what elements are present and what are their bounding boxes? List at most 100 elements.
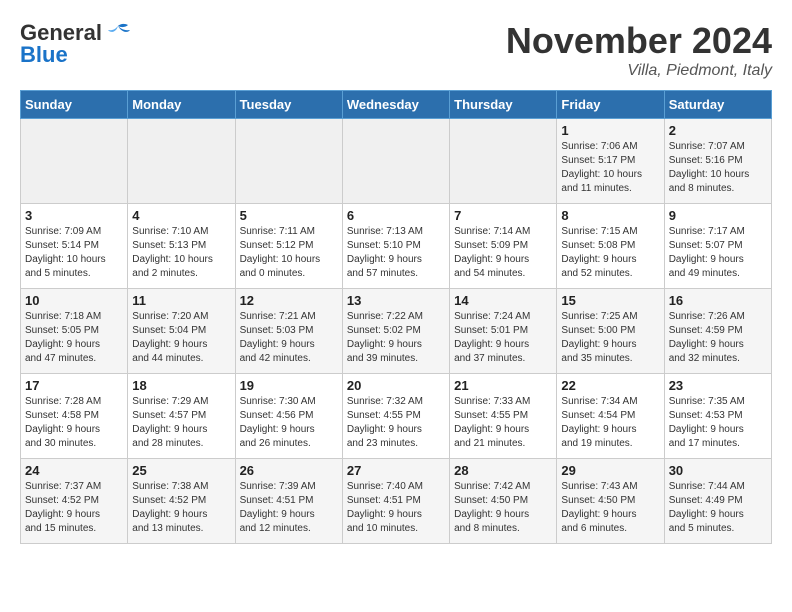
day-cell-15: 15 Sunrise: 7:25 AM Sunset: 5:00 PM Dayli… xyxy=(557,289,664,374)
day-info: Sunrise: 7:39 AM Sunset: 4:51 PM Dayligh… xyxy=(240,480,338,536)
day-cell-6: 6Sunrise: 7:13 AM Sunset: 5:10 PM Daylig… xyxy=(342,204,449,289)
day-cell-10: 10Sunrise: 7:18 AM Sunset: 5:05 PM Dayli… xyxy=(21,289,128,374)
day-info: Sunrise: 7:37 AM Sunset: 4:52 PM Dayligh… xyxy=(25,480,123,536)
page-header: General Blue November 2024 Villa, Piedmo… xyxy=(20,20,772,80)
day-info: Sunrise: 7:17 AM Sunset: 5:07 PM Dayligh… xyxy=(669,225,767,281)
weekday-header-monday: Monday xyxy=(128,91,235,119)
location-subtitle: Villa, Piedmont, Italy xyxy=(506,62,772,80)
day-info: Sunrise: 7:09 AM Sunset: 5:14 PM Dayligh… xyxy=(25,225,123,281)
day-info: Sunrise: 7:06 AM Sunset: 5:17 PM Dayligh… xyxy=(561,140,659,196)
empty-cell xyxy=(21,119,128,204)
logo-bird-icon xyxy=(104,22,132,44)
day-info: Sunrise: 7:25 AM Sunset: 5:00 PM Dayligh… xyxy=(561,310,659,366)
day-info: Sunrise: 7:21 AM Sunset: 5:03 PM Dayligh… xyxy=(240,310,338,366)
title-block: November 2024 Villa, Piedmont, Italy xyxy=(506,20,772,80)
day-cell-5: 5 Sunrise: 7:11 AM Sunset: 5:12 PM Daylig… xyxy=(235,204,342,289)
day-number: 24 xyxy=(25,463,123,478)
logo: General Blue xyxy=(20,20,132,68)
day-number: 2 xyxy=(669,123,767,138)
day-info: Sunrise: 7:43 AM Sunset: 4:50 PM Dayligh… xyxy=(561,480,659,536)
day-number: 8 xyxy=(561,208,659,223)
day-number: 18 xyxy=(132,378,230,393)
day-info: Sunrise: 7:22 AM Sunset: 5:02 PM Dayligh… xyxy=(347,310,445,366)
weekday-header-sunday: Sunday xyxy=(21,91,128,119)
day-info: Sunrise: 7:14 AM Sunset: 5:09 PM Dayligh… xyxy=(454,225,552,281)
day-info: Sunrise: 7:11 AM Sunset: 5:12 PM Dayligh… xyxy=(240,225,338,281)
week-row-4: 17 Sunrise: 7:28 AM Sunset: 4:58 PM Dayli… xyxy=(21,374,772,459)
weekday-header-thursday: Thursday xyxy=(450,91,557,119)
day-cell-18: 18Sunrise: 7:29 AM Sunset: 4:57 PM Dayli… xyxy=(128,374,235,459)
day-number: 20 xyxy=(347,378,445,393)
day-info: Sunrise: 7:34 AM Sunset: 4:54 PM Dayligh… xyxy=(561,395,659,451)
day-info: Sunrise: 7:38 AM Sunset: 4:52 PM Dayligh… xyxy=(132,480,230,536)
day-cell-22: 22Sunrise: 7:34 AM Sunset: 4:54 PM Dayli… xyxy=(557,374,664,459)
day-info: Sunrise: 7:24 AM Sunset: 5:01 PM Dayligh… xyxy=(454,310,552,366)
week-row-1: 1 Sunrise: 7:06 AM Sunset: 5:17 PM Daylig… xyxy=(21,119,772,204)
day-info: Sunrise: 7:40 AM Sunset: 4:51 PM Dayligh… xyxy=(347,480,445,536)
day-cell-17: 17 Sunrise: 7:28 AM Sunset: 4:58 PM Dayli… xyxy=(21,374,128,459)
day-info: Sunrise: 7:15 AM Sunset: 5:08 PM Dayligh… xyxy=(561,225,659,281)
day-number: 21 xyxy=(454,378,552,393)
day-info: Sunrise: 7:42 AM Sunset: 4:50 PM Dayligh… xyxy=(454,480,552,536)
day-number: 4 xyxy=(132,208,230,223)
day-number: 1 xyxy=(561,123,659,138)
day-cell-14: 14 Sunrise: 7:24 AM Sunset: 5:01 PM Dayli… xyxy=(450,289,557,374)
day-cell-19: 19 Sunrise: 7:30 AM Sunset: 4:56 PM Dayli… xyxy=(235,374,342,459)
day-cell-26: 26 Sunrise: 7:39 AM Sunset: 4:51 PM Dayli… xyxy=(235,459,342,544)
day-number: 9 xyxy=(669,208,767,223)
empty-cell xyxy=(128,119,235,204)
day-number: 29 xyxy=(561,463,659,478)
day-cell-21: 21 Sunrise: 7:33 AM Sunset: 4:55 PM Dayli… xyxy=(450,374,557,459)
day-info: Sunrise: 7:35 AM Sunset: 4:53 PM Dayligh… xyxy=(669,395,767,451)
day-number: 7 xyxy=(454,208,552,223)
day-cell-16: 16 Sunrise: 7:26 AM Sunset: 4:59 PM Dayli… xyxy=(664,289,771,374)
day-cell-27: 27 Sunrise: 7:40 AM Sunset: 4:51 PM Dayli… xyxy=(342,459,449,544)
day-cell-23: 23Sunrise: 7:35 AM Sunset: 4:53 PM Dayli… xyxy=(664,374,771,459)
weekday-header-friday: Friday xyxy=(557,91,664,119)
day-number: 17 xyxy=(25,378,123,393)
day-number: 27 xyxy=(347,463,445,478)
empty-cell xyxy=(450,119,557,204)
day-cell-11: 11 Sunrise: 7:20 AM Sunset: 5:04 PM Dayli… xyxy=(128,289,235,374)
day-cell-20: 20 Sunrise: 7:32 AM Sunset: 4:55 PM Dayli… xyxy=(342,374,449,459)
day-cell-25: 25 Sunrise: 7:38 AM Sunset: 4:52 PM Dayli… xyxy=(128,459,235,544)
week-row-5: 24 Sunrise: 7:37 AM Sunset: 4:52 PM Dayli… xyxy=(21,459,772,544)
day-number: 19 xyxy=(240,378,338,393)
day-cell-13: 13 Sunrise: 7:22 AM Sunset: 5:02 PM Dayli… xyxy=(342,289,449,374)
weekday-header-tuesday: Tuesday xyxy=(235,91,342,119)
weekday-header-wednesday: Wednesday xyxy=(342,91,449,119)
weekday-header-row: SundayMondayTuesdayWednesdayThursdayFrid… xyxy=(21,91,772,119)
day-cell-28: 28 Sunrise: 7:42 AM Sunset: 4:50 PM Dayli… xyxy=(450,459,557,544)
logo-blue-text: Blue xyxy=(20,42,68,68)
day-number: 26 xyxy=(240,463,338,478)
day-info: Sunrise: 7:18 AM Sunset: 5:05 PM Dayligh… xyxy=(25,310,123,366)
day-number: 16 xyxy=(669,293,767,308)
day-info: Sunrise: 7:33 AM Sunset: 4:55 PM Dayligh… xyxy=(454,395,552,451)
weekday-header-saturday: Saturday xyxy=(664,91,771,119)
day-cell-24: 24 Sunrise: 7:37 AM Sunset: 4:52 PM Dayli… xyxy=(21,459,128,544)
day-cell-12: 12 Sunrise: 7:21 AM Sunset: 5:03 PM Dayli… xyxy=(235,289,342,374)
empty-cell xyxy=(342,119,449,204)
month-title: November 2024 xyxy=(506,20,772,62)
day-number: 28 xyxy=(454,463,552,478)
day-cell-2: 2 Sunrise: 7:07 AM Sunset: 5:16 PM Daylig… xyxy=(664,119,771,204)
day-info: Sunrise: 7:26 AM Sunset: 4:59 PM Dayligh… xyxy=(669,310,767,366)
day-number: 14 xyxy=(454,293,552,308)
day-number: 15 xyxy=(561,293,659,308)
day-number: 13 xyxy=(347,293,445,308)
day-info: Sunrise: 7:10 AM Sunset: 5:13 PM Dayligh… xyxy=(132,225,230,281)
day-info: Sunrise: 7:20 AM Sunset: 5:04 PM Dayligh… xyxy=(132,310,230,366)
day-info: Sunrise: 7:30 AM Sunset: 4:56 PM Dayligh… xyxy=(240,395,338,451)
day-info: Sunrise: 7:32 AM Sunset: 4:55 PM Dayligh… xyxy=(347,395,445,451)
day-info: Sunrise: 7:13 AM Sunset: 5:10 PM Dayligh… xyxy=(347,225,445,281)
day-number: 25 xyxy=(132,463,230,478)
day-number: 12 xyxy=(240,293,338,308)
empty-cell xyxy=(235,119,342,204)
day-info: Sunrise: 7:28 AM Sunset: 4:58 PM Dayligh… xyxy=(25,395,123,451)
day-number: 5 xyxy=(240,208,338,223)
day-info: Sunrise: 7:07 AM Sunset: 5:16 PM Dayligh… xyxy=(669,140,767,196)
day-number: 11 xyxy=(132,293,230,308)
day-number: 3 xyxy=(25,208,123,223)
day-cell-9: 9 Sunrise: 7:17 AM Sunset: 5:07 PM Daylig… xyxy=(664,204,771,289)
day-cell-30: 30Sunrise: 7:44 AM Sunset: 4:49 PM Dayli… xyxy=(664,459,771,544)
